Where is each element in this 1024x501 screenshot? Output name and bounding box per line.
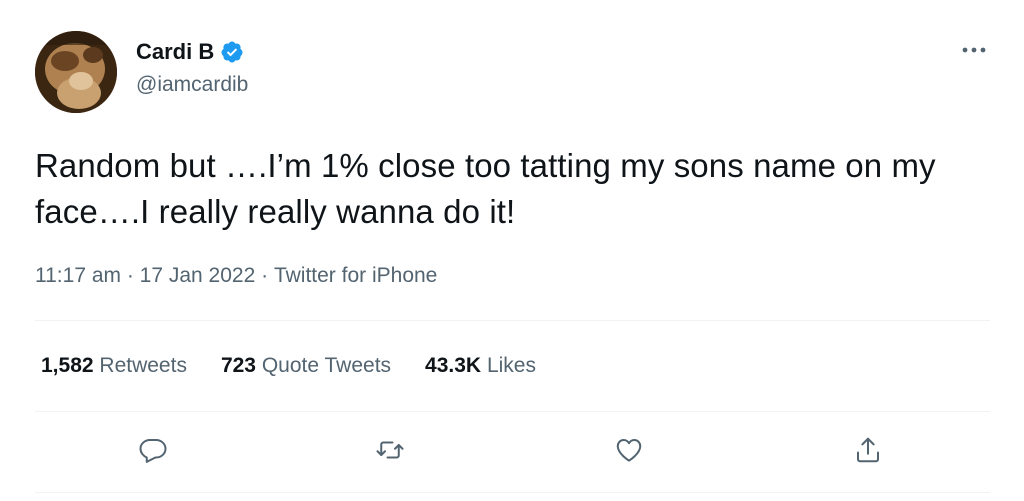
reply-icon [138,435,168,470]
retweets-stat[interactable]: 1,582 Retweets [41,354,187,378]
meta-separator: · [255,264,274,287]
tweet-card: Cardi B @iamcardib Random but ….I’m 1% c… [0,0,1024,501]
quote-tweets-label: Quote Tweets [261,354,392,377]
engagement-stats: 1,582 Retweets 723 Quote Tweets 43.3K Li… [41,354,536,378]
likes-label: Likes [486,354,536,377]
author-name-row: Cardi B [136,36,244,68]
reply-button[interactable] [131,430,175,474]
like-button[interactable] [607,430,651,474]
tweet-date[interactable]: 17 Jan 2022 [140,264,256,288]
more-horizontal-icon[interactable] [958,38,990,62]
display-name[interactable]: Cardi B [136,39,214,65]
retweets-label: Retweets [99,354,187,377]
author-handle[interactable]: @iamcardib [136,73,248,97]
meta-separator: · [121,264,140,287]
divider [35,320,990,321]
share-button[interactable] [846,430,890,474]
likes-stat[interactable]: 43.3K Likes [425,354,536,378]
avatar[interactable] [35,31,117,113]
retweet-icon [375,435,405,470]
tweet-meta: 11:17 am · 17 Jan 2022 · Twitter for iPh… [35,264,437,288]
tweet-actions [35,430,990,474]
quote-tweets-count: 723 [220,354,256,377]
retweets-count: 1,582 [41,354,94,377]
tweet-time[interactable]: 11:17 am [35,264,121,288]
share-icon [853,435,883,470]
tweet-text: Random but ….I’m 1% close too tatting my… [35,147,936,230]
divider [35,492,990,493]
divider [35,411,990,412]
likes-count: 43.3K [425,354,482,377]
retweet-button[interactable] [368,430,412,474]
quote-tweets-stat[interactable]: 723 Quote Tweets [221,354,391,378]
heart-icon [614,435,644,470]
verified-badge-icon [220,40,244,64]
tweet-source[interactable]: Twitter for iPhone [274,264,437,288]
